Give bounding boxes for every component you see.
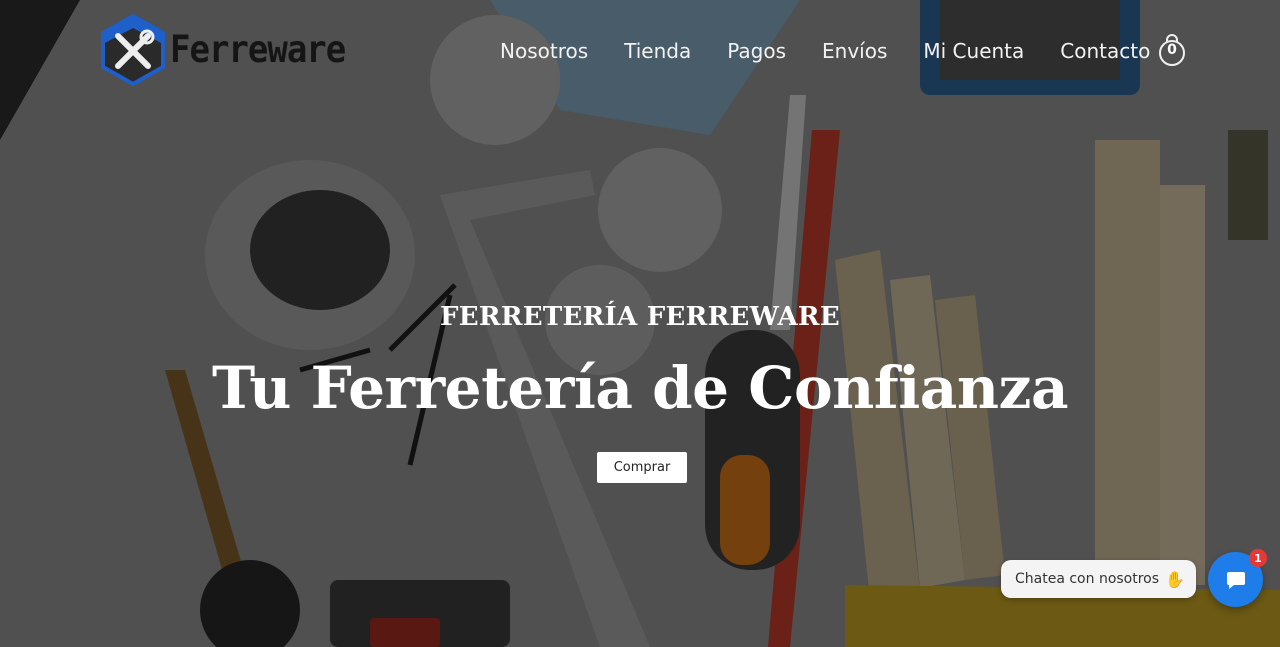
cart-count: 0 xyxy=(1167,42,1177,58)
waving-hand-icon: ✋ xyxy=(1165,569,1185,589)
nav-item-nosotros[interactable]: Nosotros xyxy=(500,36,588,66)
chat-unread-badge: 1 xyxy=(1249,549,1267,567)
chat-prompt-text: Chatea con nosotros xyxy=(1015,571,1160,587)
nav-item-pagos[interactable]: Pagos xyxy=(727,36,786,66)
site-header: Ferreware Nosotros Tienda Pagos Envíos M… xyxy=(0,0,1280,100)
brand-logo[interactable]: Ferreware xyxy=(98,14,346,86)
chat-icon xyxy=(1226,571,1245,589)
hero-title: Tu Ferretería de Confianza xyxy=(211,354,1069,422)
nav-item-mi-cuenta[interactable]: Mi Cuenta xyxy=(923,36,1024,66)
nav-item-tienda[interactable]: Tienda xyxy=(624,36,691,66)
chat-prompt-bubble[interactable]: Chatea con nosotros ✋ xyxy=(1001,560,1196,598)
nav-item-contacto[interactable]: Contacto xyxy=(1060,36,1150,66)
tools-logo-icon xyxy=(101,14,165,86)
hero-subtitle: FERRETERÍA FERREWARE xyxy=(440,302,840,332)
nav-item-envios[interactable]: Envíos xyxy=(822,36,887,66)
cart-button[interactable]: 0 xyxy=(1158,34,1186,68)
brand-name: Ferreware xyxy=(170,28,346,72)
main-nav: Nosotros Tienda Pagos Envíos Mi Cuenta C… xyxy=(500,36,1186,66)
buy-button[interactable]: Comprar xyxy=(597,452,687,483)
